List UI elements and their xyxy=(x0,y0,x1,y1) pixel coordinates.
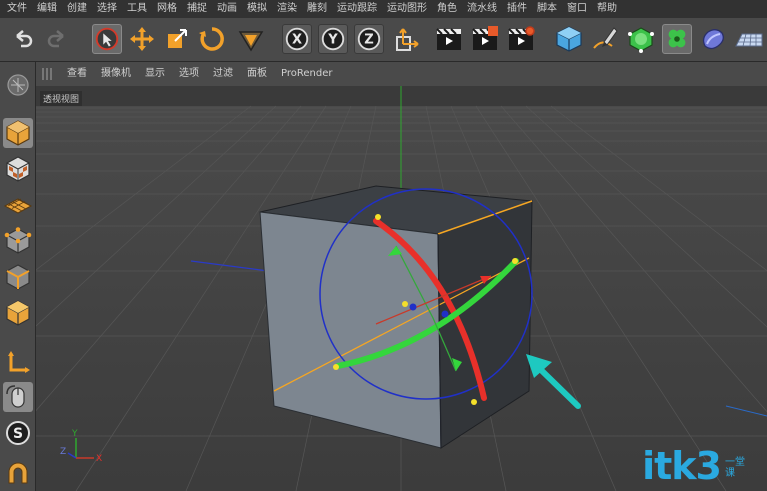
viewport-title: 透视视图 xyxy=(40,91,83,106)
menu-help[interactable]: 帮助 xyxy=(592,0,622,18)
ring-handle-point[interactable] xyxy=(333,364,339,370)
scale-tool-button[interactable] xyxy=(162,24,192,54)
recent-tools-button[interactable] xyxy=(236,24,266,54)
cube-object[interactable] xyxy=(259,185,533,449)
axis-indicator-y: Y xyxy=(71,429,78,439)
menu-animate[interactable]: 动画 xyxy=(212,0,242,18)
menu-mograph[interactable]: 运动图形 xyxy=(382,0,432,18)
ring-handle-point[interactable] xyxy=(402,301,408,307)
live-selection-button[interactable] xyxy=(92,24,122,54)
tweak-mode-button[interactable] xyxy=(3,382,33,412)
ring-handle-point[interactable] xyxy=(512,258,518,264)
menu-pipeline[interactable]: 流水线 xyxy=(462,0,502,18)
model-mode-button[interactable] xyxy=(3,118,33,148)
menu-render[interactable]: 渲染 xyxy=(272,0,302,18)
menu-mesh[interactable]: 网格 xyxy=(152,0,182,18)
viewport-menu-display[interactable]: 显示 xyxy=(138,62,172,86)
viewport-menu-prorender[interactable]: ProRender xyxy=(274,62,339,86)
snapping-button[interactable]: S xyxy=(3,418,33,448)
viewport-scene: Y X Z xyxy=(36,86,767,491)
menu-bar: 文件 编辑 创建 选择 工具 网格 捕捉 动画 模拟 渲染 雕刻 运动跟踪 运动… xyxy=(0,0,767,18)
menu-create[interactable]: 创建 xyxy=(62,0,92,18)
viewport-menu-cameras[interactable]: 摄像机 xyxy=(94,62,138,86)
coordinate-system-button[interactable] xyxy=(392,24,422,54)
menu-snap[interactable]: 捕捉 xyxy=(182,0,212,18)
z-axis-label: Z xyxy=(364,33,373,48)
subdivision-surface-button[interactable] xyxy=(626,24,656,54)
perspective-viewport[interactable]: Y X Z 透视视图 itk3 一堂课 xyxy=(36,86,767,491)
polygons-mode-button[interactable] xyxy=(3,298,33,328)
render-settings-button[interactable] xyxy=(506,24,536,54)
y-axis-label: Y xyxy=(327,33,338,48)
pen-spline-button[interactable] xyxy=(590,24,620,54)
x-axis-lock-button[interactable]: X xyxy=(282,24,312,54)
menu-motion-tracking[interactable]: 运动跟踪 xyxy=(332,0,382,18)
floor-environment-button[interactable] xyxy=(734,24,764,54)
viewport-menu-panel[interactable]: 面板 xyxy=(240,62,274,86)
points-mode-button[interactable] xyxy=(3,226,33,256)
watermark-logo: itk3 一堂课 xyxy=(642,447,753,485)
x-axis-label: X xyxy=(292,33,302,48)
menu-window[interactable]: 窗口 xyxy=(562,0,592,18)
axis-indicator-z: Z xyxy=(60,447,66,457)
make-editable-button[interactable] xyxy=(3,70,33,100)
menu-script[interactable]: 脚本 xyxy=(532,0,562,18)
redo-button[interactable] xyxy=(42,24,72,54)
undo-button[interactable] xyxy=(8,24,38,54)
menu-select[interactable]: 选择 xyxy=(92,0,122,18)
mode-toolbar: S xyxy=(0,62,36,491)
cube-object-button[interactable] xyxy=(554,24,584,54)
svg-text:S: S xyxy=(13,426,23,442)
move-tool-button[interactable] xyxy=(127,24,157,54)
menu-edit[interactable]: 编辑 xyxy=(32,0,62,18)
cloner-button[interactable] xyxy=(662,24,692,54)
viewport-grip-handle[interactable] xyxy=(42,68,54,80)
main-toolbar: X Y Z xyxy=(0,18,767,62)
viewport-menu-view[interactable]: 查看 xyxy=(60,62,94,86)
viewport-menu-filter[interactable]: 过滤 xyxy=(206,62,240,86)
ring-handle-point[interactable] xyxy=(471,399,477,405)
menu-simulate[interactable]: 模拟 xyxy=(242,0,272,18)
viewport-menu-bar: 查看 摄像机 显示 选项 过滤 面板 ProRender xyxy=(36,62,767,86)
menu-file[interactable]: 文件 xyxy=(2,0,32,18)
watermark-text: itk3 xyxy=(642,444,722,488)
menu-plugins[interactable]: 插件 xyxy=(502,0,532,18)
render-view-button[interactable] xyxy=(434,24,464,54)
viewport-menu-options[interactable]: 选项 xyxy=(172,62,206,86)
menu-sculpt[interactable]: 雕刻 xyxy=(302,0,332,18)
rotate-tool-button[interactable] xyxy=(197,24,227,54)
menu-tools[interactable]: 工具 xyxy=(122,0,152,18)
watermark-subtext: 一堂课 xyxy=(725,457,745,479)
z-axis-lock-button[interactable]: Z xyxy=(354,24,384,54)
axis-indicator-x: X xyxy=(96,454,102,464)
ring-handle-point[interactable] xyxy=(375,214,381,220)
magnet-tool-button[interactable] xyxy=(3,458,33,488)
menu-character[interactable]: 角色 xyxy=(432,0,462,18)
edges-mode-button[interactable] xyxy=(3,262,33,292)
texture-mode-button[interactable] xyxy=(3,154,33,184)
workplane-mode-button[interactable] xyxy=(3,190,33,220)
render-to-picture-viewer-button[interactable] xyxy=(470,24,500,54)
deformer-button[interactable] xyxy=(698,24,728,54)
enable-axis-button[interactable] xyxy=(3,348,33,378)
gizmo-center-blue xyxy=(409,303,417,311)
y-axis-lock-button[interactable]: Y xyxy=(318,24,348,54)
